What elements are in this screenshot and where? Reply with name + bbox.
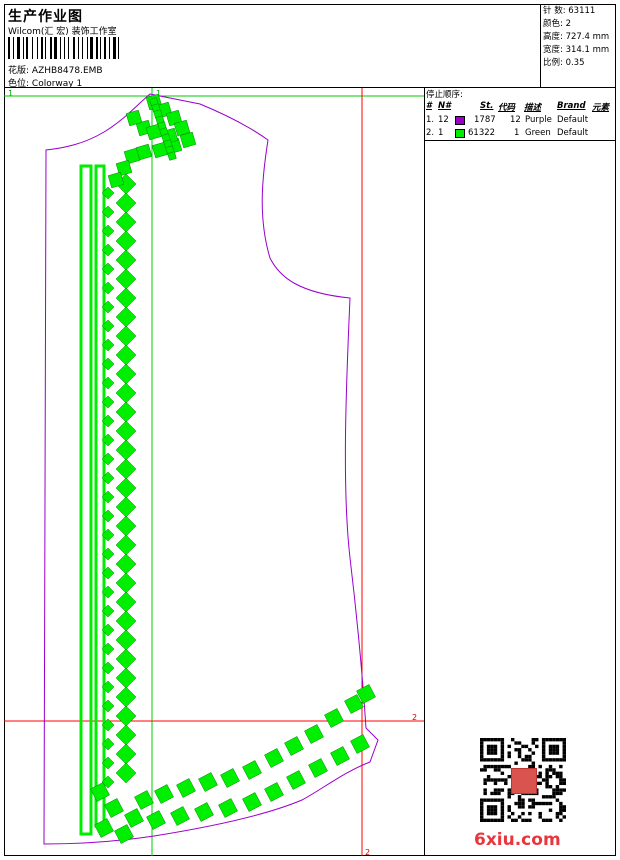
col-element: 元素 [592,103,610,113]
design-value: AZHB8478.EMB [31,66,103,76]
stitch-motif [284,736,304,756]
row-code: 12 [510,115,521,125]
stitch-motif [218,798,238,818]
color-swatch [455,129,465,138]
marker-top-left: 1 [8,89,13,98]
marker-bottom: 2 [365,848,370,856]
stitch-motif [330,746,350,766]
stats-panel: 针 数: 63111 颜色: 2 高度: 727.4 mm 宽度: 314.1 … [540,4,616,88]
stitch-motif [324,708,344,728]
row-brand: Default [557,128,589,138]
stitch-motif [115,667,137,689]
stop-sequence-title: 停止顺序: [426,90,463,100]
row-index: 1. [426,115,435,125]
stitch-motif [115,306,137,328]
stat-stitches: 针 数: 63111 [543,6,596,16]
design-label: 花版: [8,66,30,76]
embroidery-preview: 1 1 2 2 [4,88,424,856]
table-divider [424,140,616,141]
stat-scale: 比例: 0.35 [543,58,585,68]
stitch-motif [115,401,137,423]
row-index: 2. [426,128,435,138]
stitch-motif [115,762,137,784]
stitch-motif [115,230,137,252]
stitch-motif [115,325,137,347]
stat-colors: 颜色: 2 [543,19,571,29]
stitch-motif [115,249,137,271]
stitch-motif [115,458,137,480]
stitch-motif [242,760,262,780]
stitch-motif [115,534,137,556]
stitch-motif [115,515,137,537]
stitch-motif [115,724,137,746]
sheet-title: 生产作业图 [8,9,83,25]
panel-divider [424,88,425,856]
col-brand: Brand [557,101,586,111]
stitch-motif [264,748,284,768]
stat-width: 宽度: 314.1 mm [543,45,610,55]
col-stitches: St. [480,101,494,111]
row-needle: 1 [438,128,444,138]
stitch-motif [115,591,137,613]
stitch-motif [304,724,324,744]
stitch-motif [134,790,154,810]
row-code: 1 [514,128,520,138]
row-desc: Purple [525,115,552,125]
stitch-motif [115,344,137,366]
stitch-motif [115,572,137,594]
stat-height: 高度: 727.4 mm [543,32,610,42]
stitch-motif [286,770,306,790]
stitch-motif [115,610,137,632]
stitch-motif [115,268,137,290]
barcode [8,37,156,59]
stitch-motif [115,382,137,404]
stitch-motif [242,792,262,812]
stitch-border [79,164,93,836]
marker-right: 2 [412,713,417,722]
stitch-motif [194,802,214,822]
seal-stamp [511,768,537,794]
stitch-motif [198,772,218,792]
garment-outline [43,93,379,845]
stitch-layer [79,93,376,844]
stitch-motif [115,363,137,385]
stitch-motif [308,758,328,778]
stitch-motif [115,553,137,575]
stitch-motif [350,734,370,754]
stitch-motif [264,782,284,802]
row-stitches: 61322 [468,128,496,138]
stitch-motif [176,778,196,798]
row-needle: 12 [438,115,449,125]
stitch-motif [115,420,137,442]
stitch-motif [115,477,137,499]
stitch-motif [154,784,174,804]
stitch-motif [115,743,137,765]
col-code: 代码 [498,103,516,113]
stitch-motif [115,496,137,518]
stitch-motif [115,439,137,461]
design-file: 花版: AZHB8478.EMB [8,63,103,76]
stitch-motif [170,806,190,826]
row-desc: Green [525,128,551,138]
stitch-motif [220,768,240,788]
col-needle: N# [438,101,452,111]
watermark-logo: 6xiu.com [474,830,561,850]
stitch-motif [104,798,124,818]
row-brand: Default [557,115,589,125]
stitch-motif [115,287,137,309]
stitch-motif [115,629,137,651]
stitch-motif [146,810,166,830]
col-index: # [426,101,432,111]
stitch-motif [115,705,137,727]
company-name: Wilcom(汇 宏) 装饰工作室 [8,27,117,37]
color-swatch [455,116,465,125]
stitch-motif [115,192,137,214]
stitch-motif [115,211,137,233]
col-desc: 描述 [524,103,542,113]
row-stitches: 1787 [474,115,496,125]
stitch-motif [115,686,137,708]
header-panel: 生产作业图 Wilcom(汇 宏) 装饰工作室 花版: AZHB8478.EMB… [4,4,616,89]
stitch-motif [115,648,137,670]
